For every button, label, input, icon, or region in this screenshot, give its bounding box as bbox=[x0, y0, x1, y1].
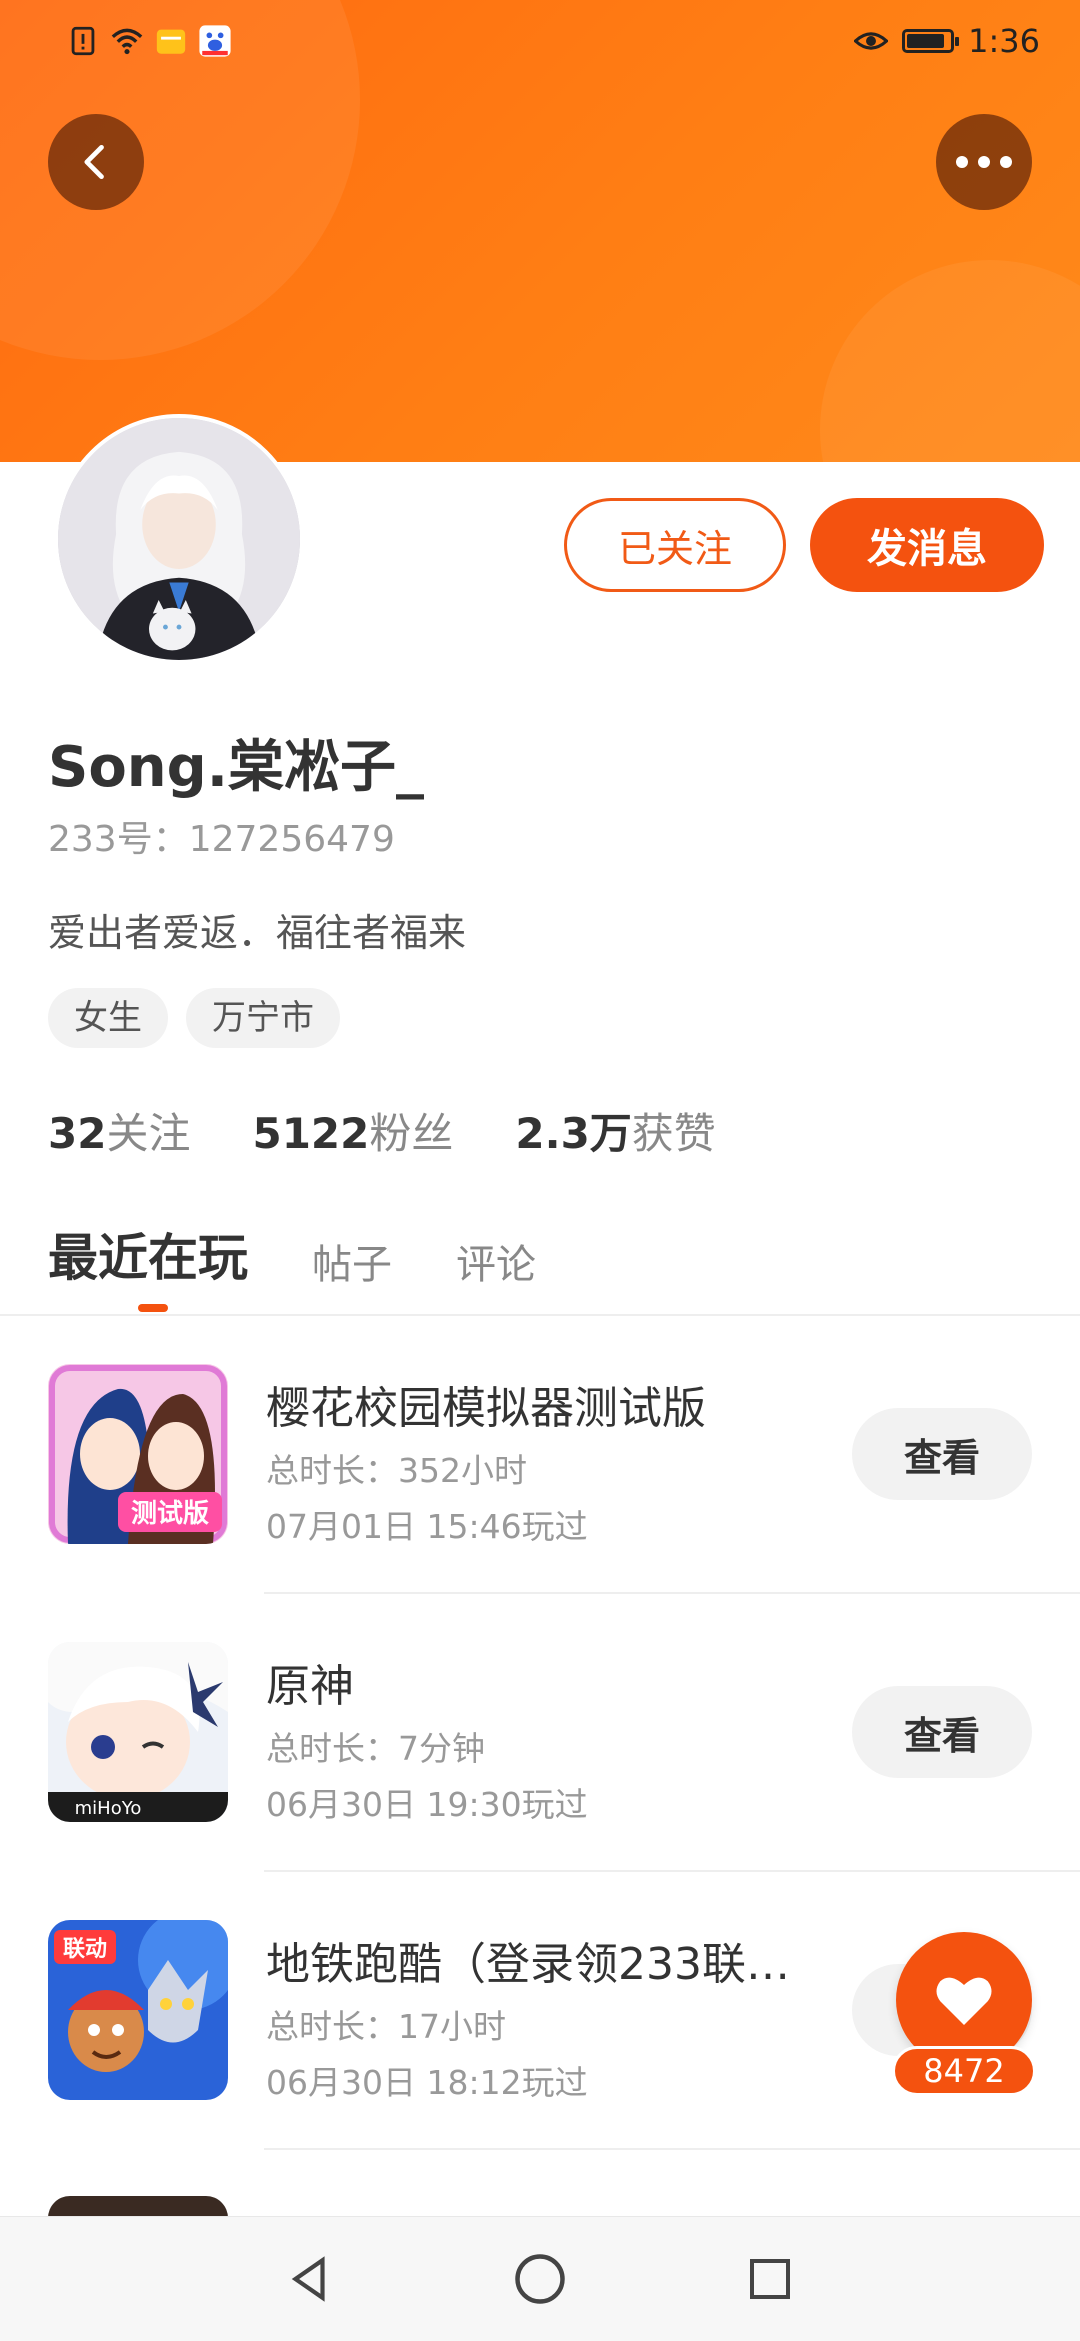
tab-indicator bbox=[138, 1304, 168, 1312]
game-last-played: 06月30日 18:12玩过 bbox=[266, 2063, 588, 2102]
more-dots-icon bbox=[956, 156, 1012, 168]
bio: 爱出者爱返．福往者福来 bbox=[48, 911, 467, 955]
list-item[interactable]: 测试版 樱花校园模拟器测试版 总时长：352小时 07月01日 15:46玩过 … bbox=[0, 1316, 1080, 1594]
profile-stats: 32关注 5122粉丝 2.3万获赞 bbox=[48, 1100, 716, 1161]
view-button[interactable]: 查看 bbox=[852, 1686, 1032, 1778]
status-time: 1:36 bbox=[968, 22, 1040, 60]
row-divider bbox=[264, 2148, 1080, 2150]
game-name: 原神 bbox=[266, 1661, 354, 1712]
sakura-school-icon: 测试版 bbox=[48, 1364, 228, 1544]
folder-icon bbox=[156, 29, 186, 54]
svg-text:miHoYo: miHoYo bbox=[75, 1798, 142, 1819]
system-nav-bar bbox=[0, 2216, 1080, 2341]
avatar[interactable] bbox=[54, 414, 304, 664]
subway-surfers-icon: 联动 bbox=[48, 1920, 228, 2100]
status-left-icons bbox=[66, 24, 232, 58]
profile-tags: 女生 万宁市 bbox=[48, 988, 340, 1048]
nav-back-icon bbox=[291, 2256, 325, 2302]
game-last-played: 06月30日 19:30玩过 bbox=[266, 1785, 588, 1824]
game-name: 樱花校园模拟器测试版 bbox=[266, 1383, 706, 1434]
svg-text:联动: 联动 bbox=[63, 1937, 107, 1962]
game-last-played: 07月01日 15:46玩过 bbox=[266, 1507, 588, 1546]
followed-button[interactable]: 已关注 bbox=[564, 498, 786, 592]
stat-followers[interactable]: 5122粉丝 bbox=[252, 1100, 453, 1161]
game-duration: 总时长：17小时 bbox=[266, 2007, 506, 2046]
list-item[interactable]: miHoYo 原神 总时长：7分钟 06月30日 19:30玩过 查看 bbox=[0, 1594, 1080, 1872]
nav-home-icon bbox=[515, 2254, 565, 2304]
username: Song.棠凇子_ bbox=[48, 735, 425, 800]
stat-following[interactable]: 32关注 bbox=[48, 1100, 190, 1161]
profile-tabs: 最近在玩 帖子 评论 bbox=[48, 1218, 536, 1290]
like-count: 8472 bbox=[892, 2046, 1036, 2096]
avatar-illustration bbox=[58, 418, 300, 660]
battery-icon bbox=[902, 29, 960, 53]
heart-icon bbox=[936, 1977, 992, 2025]
more-button[interactable] bbox=[936, 114, 1032, 210]
chevron-left-icon bbox=[84, 144, 104, 180]
nav-back-button[interactable] bbox=[278, 2247, 342, 2311]
status-bar: 1:36 bbox=[0, 0, 1080, 90]
tag-gender: 女生 bbox=[48, 988, 168, 1048]
stat-likes[interactable]: 2.3万获赞 bbox=[515, 1100, 715, 1161]
tag-city: 万宁市 bbox=[186, 988, 340, 1048]
view-button[interactable]: 查看 bbox=[852, 1408, 1032, 1500]
nav-recent-icon bbox=[750, 2259, 790, 2299]
send-message-button[interactable]: 发消息 bbox=[810, 498, 1044, 592]
nav-home-button[interactable] bbox=[508, 2247, 572, 2311]
game-duration: 总时长：7分钟 bbox=[266, 1729, 485, 1768]
eye-icon bbox=[854, 32, 889, 50]
back-button[interactable] bbox=[48, 114, 144, 210]
svg-text:测试版: 测试版 bbox=[131, 1499, 209, 1529]
wifi-icon bbox=[111, 28, 143, 55]
game-name: 地铁跑酷（登录领233联… bbox=[266, 1939, 790, 1990]
tab-posts[interactable]: 帖子 bbox=[312, 1232, 392, 1290]
nav-recent-button[interactable] bbox=[738, 2247, 802, 2311]
game-duration: 总时长：352小时 bbox=[266, 1451, 527, 1490]
user-id: 233号：127256479 bbox=[48, 819, 395, 860]
genshin-icon: miHoYo bbox=[48, 1642, 228, 1822]
alert-icon bbox=[71, 26, 95, 56]
baidu-icon bbox=[199, 25, 231, 57]
tab-recently-played[interactable]: 最近在玩 bbox=[48, 1218, 248, 1290]
status-right: 1:36 bbox=[854, 22, 1040, 60]
tab-comments[interactable]: 评论 bbox=[456, 1232, 536, 1290]
